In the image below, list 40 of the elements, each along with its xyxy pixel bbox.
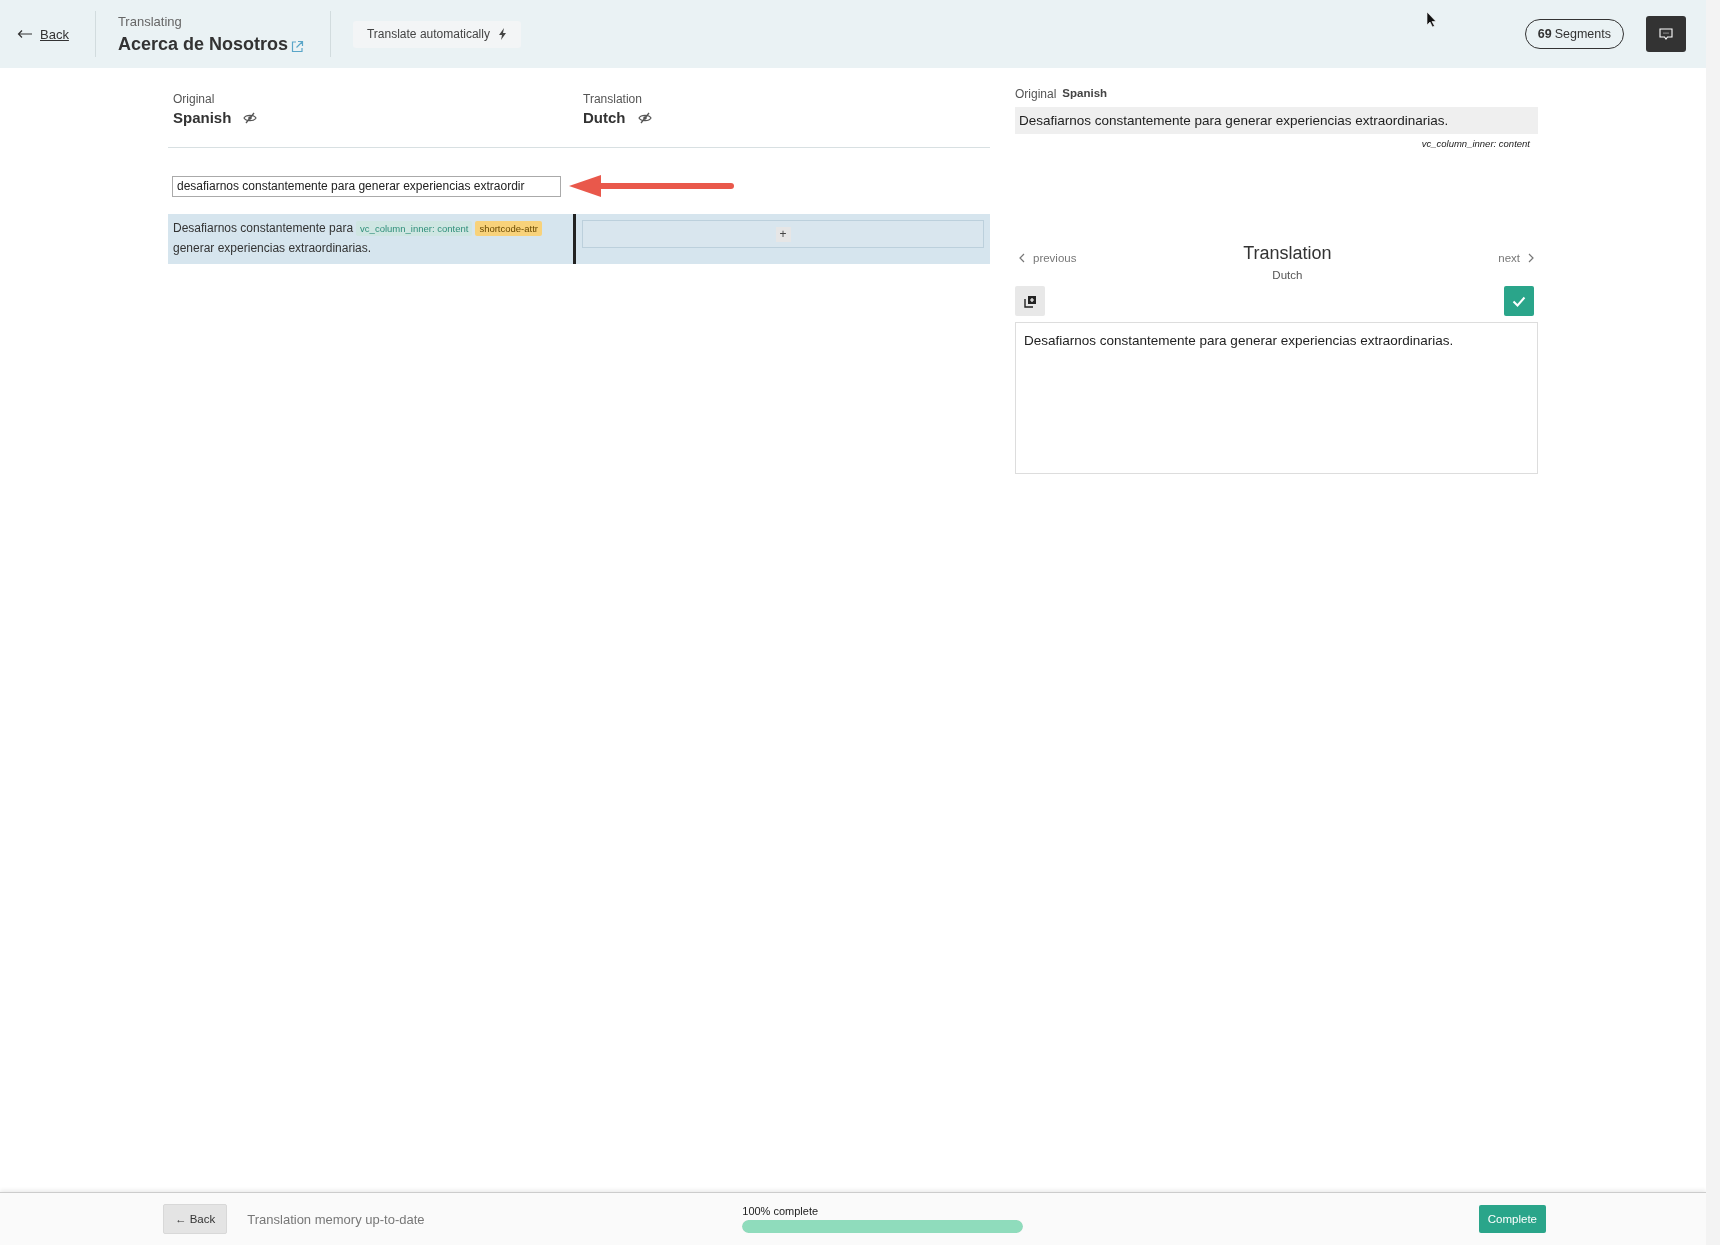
- back-arrow-icon[interactable]: [17, 29, 33, 39]
- confirm-button[interactable]: [1504, 286, 1534, 316]
- page-title: Acerca de Nosotros: [117, 33, 288, 55]
- segment-tag: shortcode-attr: [475, 221, 542, 236]
- column-caption: Translation: [583, 92, 643, 106]
- original-caption: Original: [1015, 87, 1057, 101]
- segment-source-text: generar experiencias extraordinarias.: [173, 241, 372, 255]
- check-icon: [1512, 295, 1526, 307]
- back-link[interactable]: Back: [40, 26, 69, 42]
- context-label: vc_column_inner: content: [1420, 137, 1531, 149]
- original-text: Desafiarnos constantemente para generar experiencias extraordinarias.: [1015, 107, 1538, 134]
- chevron-left-icon[interactable]: [1019, 253, 1025, 263]
- translation-heading: Translation: [1243, 243, 1332, 264]
- comment-icon: [1659, 27, 1673, 41]
- translation-language: Dutch: [1272, 269, 1303, 281]
- cursor-icon: [1427, 12, 1437, 27]
- comments-button[interactable]: [1646, 16, 1686, 52]
- add-translation-button[interactable]: +: [582, 220, 984, 248]
- segment-source-text: Desafiarnos constantemente para: [173, 220, 354, 237]
- lightning-icon: [497, 28, 507, 40]
- search-field[interactable]: desafiarnos constantemente para generar experiencias extraordir: [172, 175, 561, 197]
- back-button[interactable]: ← Back: [163, 1204, 228, 1234]
- column-language: Spanish: [173, 109, 232, 126]
- previous-link[interactable]: previous: [1033, 252, 1077, 264]
- original-language: Spanish: [1062, 87, 1108, 101]
- translation-field[interactable]: Desafiarnos constantemente para generar experiencias extraordinarias.: [1015, 322, 1538, 474]
- column-language: Dutch: [583, 109, 626, 126]
- status-text: Translation memory up-to-date: [247, 1211, 426, 1227]
- hide-icon[interactable]: [243, 111, 258, 124]
- column-caption: Original: [173, 92, 216, 106]
- translate-automatically-button[interactable]: Translate automatically: [352, 20, 521, 48]
- page-eyebrow: Translating: [117, 13, 183, 29]
- segment-tag: vc_column_inner: content: [356, 221, 473, 236]
- chevron-right-icon[interactable]: [1528, 253, 1534, 263]
- hide-icon[interactable]: [637, 111, 652, 124]
- copy-icon: [1023, 294, 1037, 308]
- next-link[interactable]: next: [1498, 252, 1520, 264]
- progress-label: 100% complete: [742, 1205, 820, 1217]
- copy-button[interactable]: [1015, 286, 1045, 316]
- segment-row[interactable]: Desafiarnos constantemente para vc_column_inner: content shortcode-attr generar experiencias extraordinarias. +: [168, 214, 990, 264]
